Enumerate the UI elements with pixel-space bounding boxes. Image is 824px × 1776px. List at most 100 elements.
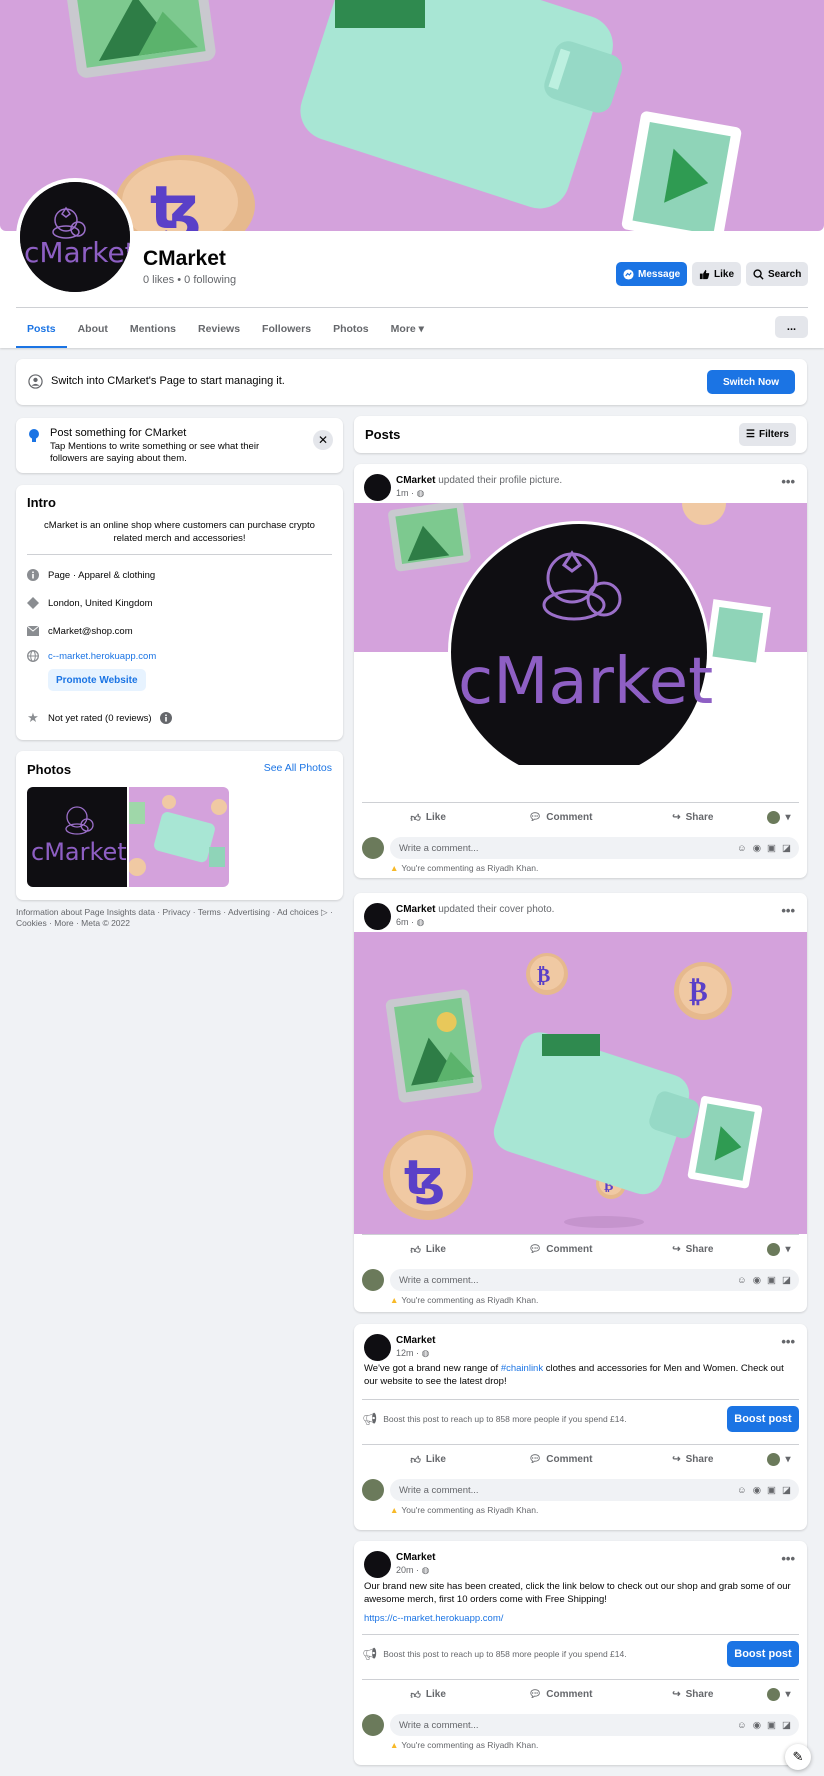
photo-thumb-profile[interactable]: cMarket [27, 787, 127, 887]
intro-category-row: Page · Apparel & clothing [27, 569, 155, 581]
reaction-identity-selector[interactable]: ▾ [759, 811, 799, 824]
commenter-avatar [362, 1269, 384, 1291]
warning-icon: ▲ [390, 863, 399, 873]
sticker-icon[interactable]: ◪ [782, 1720, 791, 1731]
boost-post-button[interactable]: Boost post [727, 1640, 799, 1667]
like-button[interactable]: 👍︎ Like [362, 1689, 494, 1701]
post-image[interactable]: cMarket [354, 503, 807, 765]
boost-post-button[interactable]: Boost post [727, 1405, 799, 1432]
post-time[interactable]: 1m · ◍ [396, 488, 424, 499]
sticker-icon[interactable]: ◪ [782, 843, 791, 854]
comment-tools: ☺ ◉ ▣ ◪ [737, 1720, 791, 1731]
emoji-icon[interactable]: ☺ [737, 1720, 747, 1731]
comment-composer: Write a comment... ☺ ◉ ▣ ◪ ▲ You're commenti… [362, 1477, 799, 1521]
gif-icon[interactable]: ▣ [767, 843, 776, 854]
like-button[interactable]: 👍︎ Like [362, 1244, 494, 1256]
post-header-text: CMarket [396, 1552, 435, 1563]
post-avatar[interactable] [364, 903, 391, 930]
sticker-icon[interactable]: ◪ [782, 1275, 791, 1286]
reaction-identity-selector[interactable]: ▾ [759, 1688, 799, 1701]
tab-posts[interactable]: Posts [16, 310, 67, 348]
switch-now-button[interactable]: Switch Now [707, 370, 795, 394]
post-time[interactable]: 6m · ◍ [396, 917, 424, 928]
info-icon[interactable] [160, 712, 173, 724]
post-link[interactable]: https://c--market.herokuapp.com/ [364, 1612, 797, 1625]
share-button[interactable]: ↪ Share [627, 1454, 759, 1465]
camera-icon[interactable]: ◉ [753, 1720, 761, 1731]
tab-about[interactable]: About [67, 310, 119, 348]
comment-button[interactable]: 💬︎ Comment [494, 1689, 626, 1700]
post-options-button[interactable]: ••• [781, 474, 795, 489]
post-author[interactable]: CMarket [396, 904, 435, 915]
post-author[interactable]: CMarket [396, 1335, 435, 1346]
post-avatar[interactable] [364, 474, 391, 501]
reaction-identity-selector[interactable]: ▾ [759, 1453, 799, 1466]
camera-icon[interactable]: ◉ [753, 843, 761, 854]
profile-avatar[interactable]: cMarket [16, 178, 134, 296]
hashtag-link[interactable]: #chainlink [501, 1363, 543, 1374]
gif-icon[interactable]: ▣ [767, 1275, 776, 1286]
post-avatar[interactable] [364, 1334, 391, 1361]
share-button[interactable]: ↪ Share [627, 812, 759, 823]
comment-button[interactable]: 💬︎ Comment [494, 1454, 626, 1465]
emoji-icon[interactable]: ☺ [737, 843, 747, 854]
intro-email[interactable]: cMarket@shop.com [48, 626, 133, 637]
camera-icon[interactable]: ◉ [753, 1275, 761, 1286]
share-icon: ↪ [672, 1244, 681, 1255]
share-button[interactable]: ↪ Share [627, 1244, 759, 1255]
photo-thumb-cover[interactable] [129, 787, 229, 887]
see-all-photos-link[interactable]: See All Photos [264, 762, 332, 774]
post-author[interactable]: CMarket [396, 1552, 435, 1563]
post-time[interactable]: 20m · ◍ [396, 1565, 429, 1576]
compose-button[interactable]: ✎ [785, 1744, 811, 1770]
emoji-icon[interactable]: ☺ [737, 1275, 747, 1286]
gif-icon[interactable]: ▣ [767, 1485, 776, 1496]
post-author[interactable]: CMarket [396, 475, 435, 486]
post-options-button[interactable]: ••• [781, 1551, 795, 1566]
like-button[interactable]: 👍︎ Like [362, 812, 494, 824]
post-options-button[interactable]: ••• [781, 903, 795, 918]
like-button[interactable]: 👍︎ Like [362, 1454, 494, 1466]
tab-more[interactable]: More ▾ [380, 310, 435, 348]
warning-icon: ▲ [390, 1295, 399, 1305]
gif-icon[interactable]: ▣ [767, 1720, 776, 1731]
promote-website-button[interactable]: Promote Website [48, 669, 146, 691]
page-title: CMarket [143, 247, 226, 270]
sticker-icon[interactable]: ◪ [782, 1485, 791, 1496]
comment-button[interactable]: 💬︎ Comment [494, 812, 626, 823]
emoji-icon[interactable]: ☺ [737, 1485, 747, 1496]
close-icon[interactable]: ✕ [313, 430, 333, 450]
comment-button[interactable]: 💬︎ Comment [494, 1244, 626, 1255]
tip-body: Tap Mentions to write something or see w… [50, 441, 260, 464]
avatar-logo-text: cMarket [24, 236, 130, 269]
filters-button[interactable]: ☰ Filters [739, 423, 796, 446]
post-avatar[interactable] [364, 1551, 391, 1578]
camera-icon[interactable]: ◉ [753, 1485, 761, 1496]
post-time[interactable]: 12m · ◍ [396, 1348, 429, 1359]
comment-input[interactable]: Write a comment... ☺ ◉ ▣ ◪ [390, 1714, 799, 1736]
share-icon: ↪ [672, 812, 681, 823]
more-options-button[interactable]: ... [775, 316, 808, 338]
tab-mentions[interactable]: Mentions [119, 310, 187, 348]
tab-reviews[interactable]: Reviews [187, 310, 251, 348]
message-button[interactable]: Message [616, 262, 688, 286]
comment-input[interactable]: Write a comment... ☺ ◉ ▣ ◪ [390, 837, 799, 859]
reaction-identity-selector[interactable]: ▾ [759, 1243, 799, 1256]
post-options-button[interactable]: ••• [781, 1334, 795, 1349]
comment-label: Comment [546, 1689, 593, 1700]
like-label: Like [425, 1454, 446, 1465]
like-page-button[interactable]: Like [692, 262, 742, 286]
comment-input[interactable]: Write a comment... ☺ ◉ ▣ ◪ [390, 1269, 799, 1291]
intro-rating-row: ★ Not yet rated (0 reviews) [27, 710, 173, 725]
post-actions: 👍︎ Like 💬︎ Comment ↪ Share ▾ [362, 1234, 799, 1264]
post-image[interactable]: ₿ ₿ ꜩ ₿ [354, 932, 807, 1234]
comment-input[interactable]: Write a comment... ☺ ◉ ▣ ◪ [390, 1479, 799, 1501]
search-page-button[interactable]: Search [746, 262, 809, 286]
intro-website-link[interactable]: c--market.herokuapp.com [48, 651, 156, 662]
tab-photos[interactable]: Photos [322, 310, 380, 348]
share-button[interactable]: ↪ Share [627, 1689, 759, 1700]
intro-divider [27, 554, 332, 555]
cover-photo[interactable]: ꜩ [0, 0, 824, 231]
post-logo-text: cMarket [458, 645, 713, 719]
tab-followers[interactable]: Followers [251, 310, 322, 348]
